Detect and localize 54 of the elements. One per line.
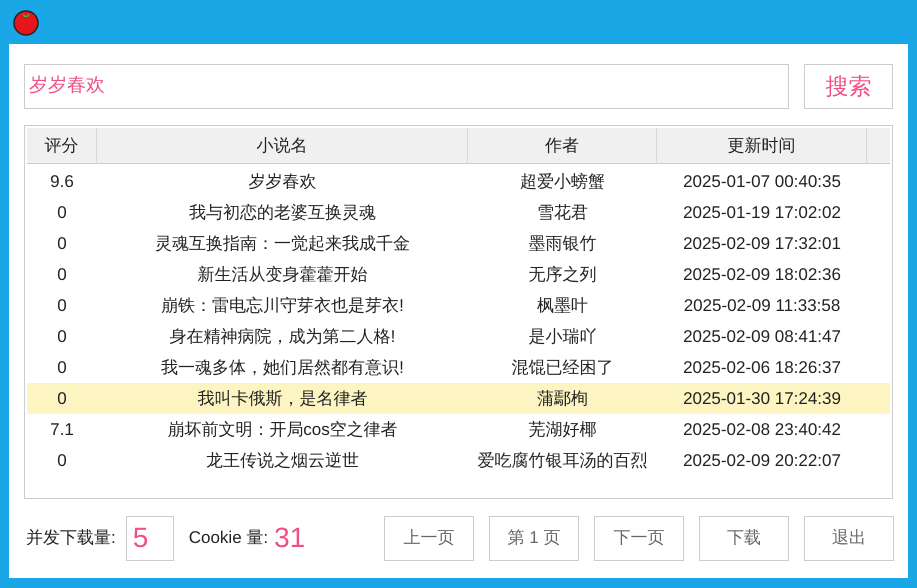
table-cell-text: 0 xyxy=(56,388,68,410)
table-cell-text: 墨雨银竹 xyxy=(528,232,598,255)
table-cell-text: 2025-02-09 18:02:36 xyxy=(682,264,842,286)
table-cell-text: 我一魂多体，她们居然都有意识! xyxy=(160,356,405,379)
table-cell-text: 身在精神病院，成为第二人格! xyxy=(168,326,396,348)
table-cell-text: 爱吃腐竹银耳汤的百烈 xyxy=(476,450,648,472)
table-cell-text: 2025-01-30 17:24:39 xyxy=(682,388,842,410)
page-button[interactable]: 退出 xyxy=(804,516,894,560)
table-cell-text: 2025-02-08 23:40:42 xyxy=(682,418,842,441)
cookie-label: Cookie 量: xyxy=(188,527,268,550)
table-cell-text: 灵魂互换指南：一觉起来我成千金 xyxy=(154,232,411,255)
table-cell-text: 0 xyxy=(56,450,68,472)
table-cell-text: 0 xyxy=(56,326,68,348)
table-cell-text: 2025-02-09 20:22:07 xyxy=(682,450,842,472)
table-cell-text: 是小瑞吖 xyxy=(528,326,598,348)
table-cell-text: 2025-02-06 18:26:37 xyxy=(682,356,842,379)
cookie-count: 31 xyxy=(274,521,306,555)
page-button[interactable]: 下载 xyxy=(699,516,789,560)
column-header[interactable]: 更新时间 xyxy=(657,128,867,163)
table-cell-text: 龙王传说之烟云逆世 xyxy=(205,450,360,472)
table-cell-text: 岁岁春欢 xyxy=(248,170,318,193)
page-button[interactable]: 下一页 xyxy=(594,516,684,560)
column-header[interactable]: 小说名 xyxy=(97,128,468,163)
table-cell-text: 0 xyxy=(56,264,68,286)
concurrency-label: 并发下载量: xyxy=(26,527,116,550)
table-cell-text: 7.1 xyxy=(49,418,75,441)
table-cell-text: 混馄已经困了 xyxy=(510,356,614,379)
table-cell-text: 崩坏前文明：开局cos空之律者 xyxy=(166,418,399,441)
table-cell-text: 2025-01-07 00:40:35 xyxy=(682,170,842,193)
table-cell-text: 0 xyxy=(56,356,68,379)
table-cell-text: 蒲鄢栒 xyxy=(536,388,589,410)
table-cell-text: 我叫卡俄斯，是名律者 xyxy=(196,388,368,410)
column-header[interactable]: 评分 xyxy=(27,128,97,163)
table-cell-text: 0 xyxy=(56,232,68,255)
table-cell-text: 新生活从变身藿藿开始 xyxy=(196,264,368,286)
table-cell-text: 2025-02-09 11:33:58 xyxy=(682,294,842,317)
page-button[interactable]: 上一页 xyxy=(384,516,474,560)
table-cell-text: 9.6 xyxy=(49,170,75,193)
page-button[interactable]: 第 1 页 xyxy=(489,516,579,560)
table-cell-text: 枫墨叶 xyxy=(536,294,589,317)
table-cell-text: 雪花君 xyxy=(536,202,589,224)
table-cell-text: 超爱小螃蟹 xyxy=(519,170,606,193)
table-cell-text: 崩铁：雷电忘川守芽衣也是芽衣! xyxy=(160,294,405,317)
table-cell-text: 2025-02-09 17:32:01 xyxy=(682,232,842,255)
table-cell-text: 2025-02-09 08:41:47 xyxy=(682,326,842,348)
table-cell-text: 0 xyxy=(56,294,68,317)
table-cell-text: 0 xyxy=(56,202,68,224)
table-row[interactable]: 0 我叫卡俄斯，是名律者 蒲鄢栒 2025-01-30 17:24:39 xyxy=(27,383,890,414)
table-cell-text: 无序之列 xyxy=(528,264,598,286)
table-cell-text: 我与初恋的老婆互换灵魂 xyxy=(188,202,377,224)
column-header[interactable]: 作者 xyxy=(468,128,657,163)
table-cell-text: 2025-01-19 17:02:02 xyxy=(682,202,842,224)
tomato-icon xyxy=(12,8,40,36)
table-cell-text: 芜湖好椰 xyxy=(528,418,598,441)
